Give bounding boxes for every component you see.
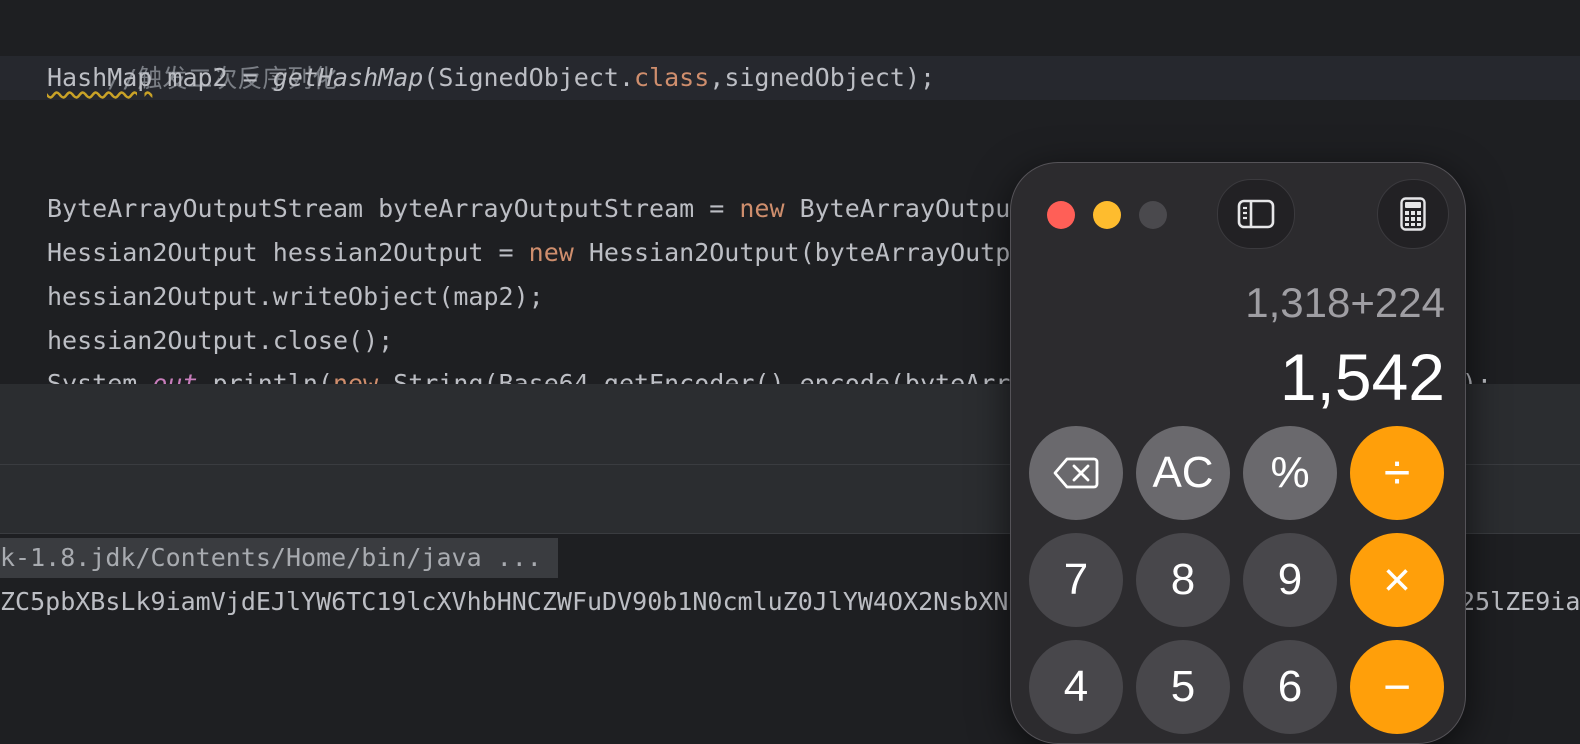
calculator-window[interactable]: 1,318+224 1,542 AC % ÷ 7 8 9 × 4 5 6 −: [1010, 162, 1466, 744]
type-hashmap: HashMap: [47, 63, 153, 92]
digit-6-button[interactable]: 6: [1243, 640, 1337, 734]
calculator-icon: [1400, 197, 1426, 231]
console-command-line[interactable]: k-1.8.jdk/Contents/Home/bin/java ...: [0, 538, 558, 578]
keyword-new: new: [528, 238, 574, 267]
backspace-icon: [1053, 457, 1099, 489]
code-line-5[interactable]: Hessian2Output hessian2Output = new Hess…: [47, 231, 1161, 275]
keyword-new: new: [739, 194, 785, 223]
percent-button[interactable]: %: [1243, 426, 1337, 520]
window-zoom-button[interactable]: [1139, 201, 1167, 229]
code-line-1[interactable]: //触发二次反序列化: [47, 13, 337, 93]
code-text: map2 =: [152, 63, 273, 92]
code-text: Hessian2Output hessian2Output =: [47, 238, 529, 267]
all-clear-button[interactable]: AC: [1136, 426, 1230, 520]
code-text: ByteArrayOutputStream byteArrayOutputStr…: [47, 194, 740, 223]
window-close-button[interactable]: [1047, 201, 1075, 229]
code-text: .println(: [197, 369, 333, 384]
digit-4-button[interactable]: 4: [1029, 640, 1123, 734]
code-line-2[interactable]: HashMap map2 = getHashMap(SignedObject.c…: [47, 56, 935, 100]
keyword-new: new: [332, 369, 379, 384]
keyword-class: class: [634, 63, 710, 92]
code-text: (SignedObject.: [423, 63, 635, 92]
digit-9-button[interactable]: 9: [1243, 533, 1337, 627]
static-field-out: out: [152, 369, 198, 384]
code-line-4[interactable]: ByteArrayOutputStream byteArrayOutputStr…: [47, 187, 1161, 231]
calculator-mode-button[interactable]: [1377, 179, 1449, 249]
method-gethashmap: getHashMap: [272, 63, 424, 92]
calculator-result: 1,542: [1279, 340, 1445, 414]
multiply-button[interactable]: ×: [1350, 533, 1444, 627]
code-text: ,signedObject);: [709, 63, 936, 92]
code-text: hessian2Output.close();: [47, 326, 394, 355]
backspace-button[interactable]: [1029, 426, 1123, 520]
code-text: hessian2Output.writeObject(map2);: [47, 282, 544, 311]
code-line-7[interactable]: hessian2Output.close();: [47, 319, 393, 363]
sidebar-icon: [1237, 199, 1275, 229]
code-text: System.: [47, 369, 153, 384]
calculator-expression: 1,318+224: [1245, 279, 1445, 326]
window-minimize-button[interactable]: [1093, 201, 1121, 229]
sidebar-toggle-button[interactable]: [1217, 179, 1295, 249]
digit-5-button[interactable]: 5: [1136, 640, 1230, 734]
minus-button[interactable]: −: [1350, 640, 1444, 734]
digit-7-button[interactable]: 7: [1029, 533, 1123, 627]
divide-button[interactable]: ÷: [1350, 426, 1444, 520]
code-line-6[interactable]: hessian2Output.writeObject(map2);: [47, 275, 544, 319]
digit-8-button[interactable]: 8: [1136, 533, 1230, 627]
